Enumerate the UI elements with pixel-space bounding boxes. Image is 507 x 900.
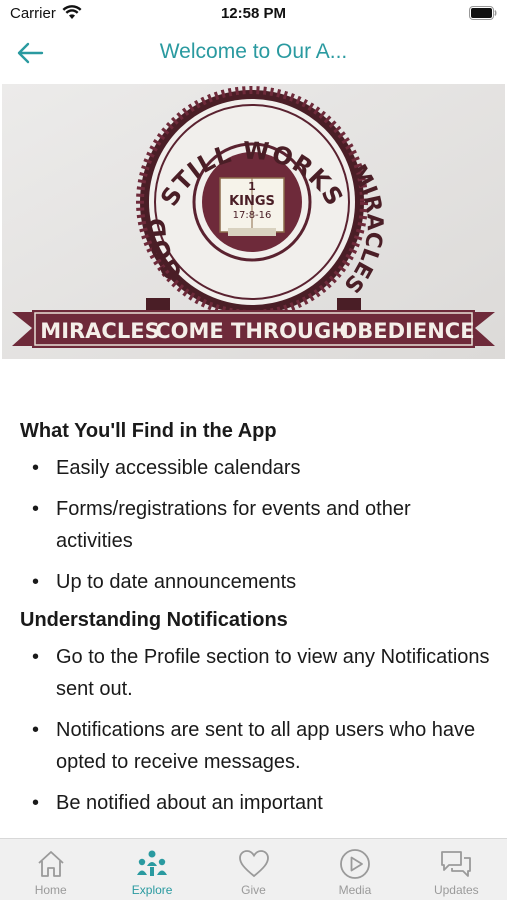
battery-icon	[469, 6, 497, 25]
banner-center-text: COME THROUGH	[155, 319, 349, 343]
list-item: Notifications are sent to all app users …	[20, 714, 490, 778]
navigation-bar: Welcome to Our A...	[0, 28, 507, 78]
banner-left-text: MIRACLES	[40, 319, 159, 343]
tab-home[interactable]: Home	[0, 839, 101, 900]
tab-label: Home	[34, 883, 67, 897]
heart-icon	[237, 847, 271, 881]
section-heading-features: What You'll Find in the App	[20, 420, 277, 442]
features-list: Easily accessible calendars Forms/regist…	[20, 452, 490, 598]
tab-label: Give	[241, 883, 266, 897]
notifications-list: Go to the Profile section to view any No…	[20, 641, 490, 819]
tab-label: Updates	[433, 883, 479, 897]
list-item: Easily accessible calendars	[20, 452, 490, 484]
section-heading-notifications: Understanding Notifications	[20, 609, 288, 631]
home-icon	[34, 847, 68, 881]
list-item: Go to the Profile section to view any No…	[20, 641, 490, 705]
tab-updates[interactable]: Updates	[406, 839, 507, 900]
book-title-text: KINGS	[229, 194, 275, 209]
list-item: Be notified about an important	[20, 787, 490, 819]
book-number-text: 1	[248, 180, 256, 193]
tab-give[interactable]: Give	[203, 839, 304, 900]
people-icon	[135, 847, 169, 881]
welcome-content: What You'll Find in the App Easily acces…	[20, 418, 490, 828]
book-verse-text: 17:8-16	[233, 210, 272, 221]
tab-label: Explore	[131, 883, 173, 897]
banner-right-text: OBEDIENCE	[339, 319, 474, 343]
list-item: Forms/registrations for events and other…	[20, 493, 490, 557]
hero-image: STILL WORKS GOD MIRACLES 1 KINGS 17:8-16…	[2, 84, 505, 359]
play-icon	[338, 847, 372, 881]
tab-media[interactable]: Media	[304, 839, 405, 900]
church-emblem-image: STILL WORKS GOD MIRACLES 1 KINGS 17:8-16…	[2, 84, 505, 359]
status-time: 12:58 PM	[220, 5, 287, 22]
tab-label: Media	[338, 883, 372, 897]
list-item: Up to date announcements	[20, 566, 490, 598]
status-bar: Carrier 12:58 PM	[0, 0, 507, 28]
chat-bubbles-icon	[439, 847, 473, 881]
page-title: Welcome to Our A...	[159, 40, 348, 63]
tab-bar: Home Explore Give Media Updates	[0, 838, 507, 900]
tab-explore[interactable]: Explore	[101, 839, 202, 900]
